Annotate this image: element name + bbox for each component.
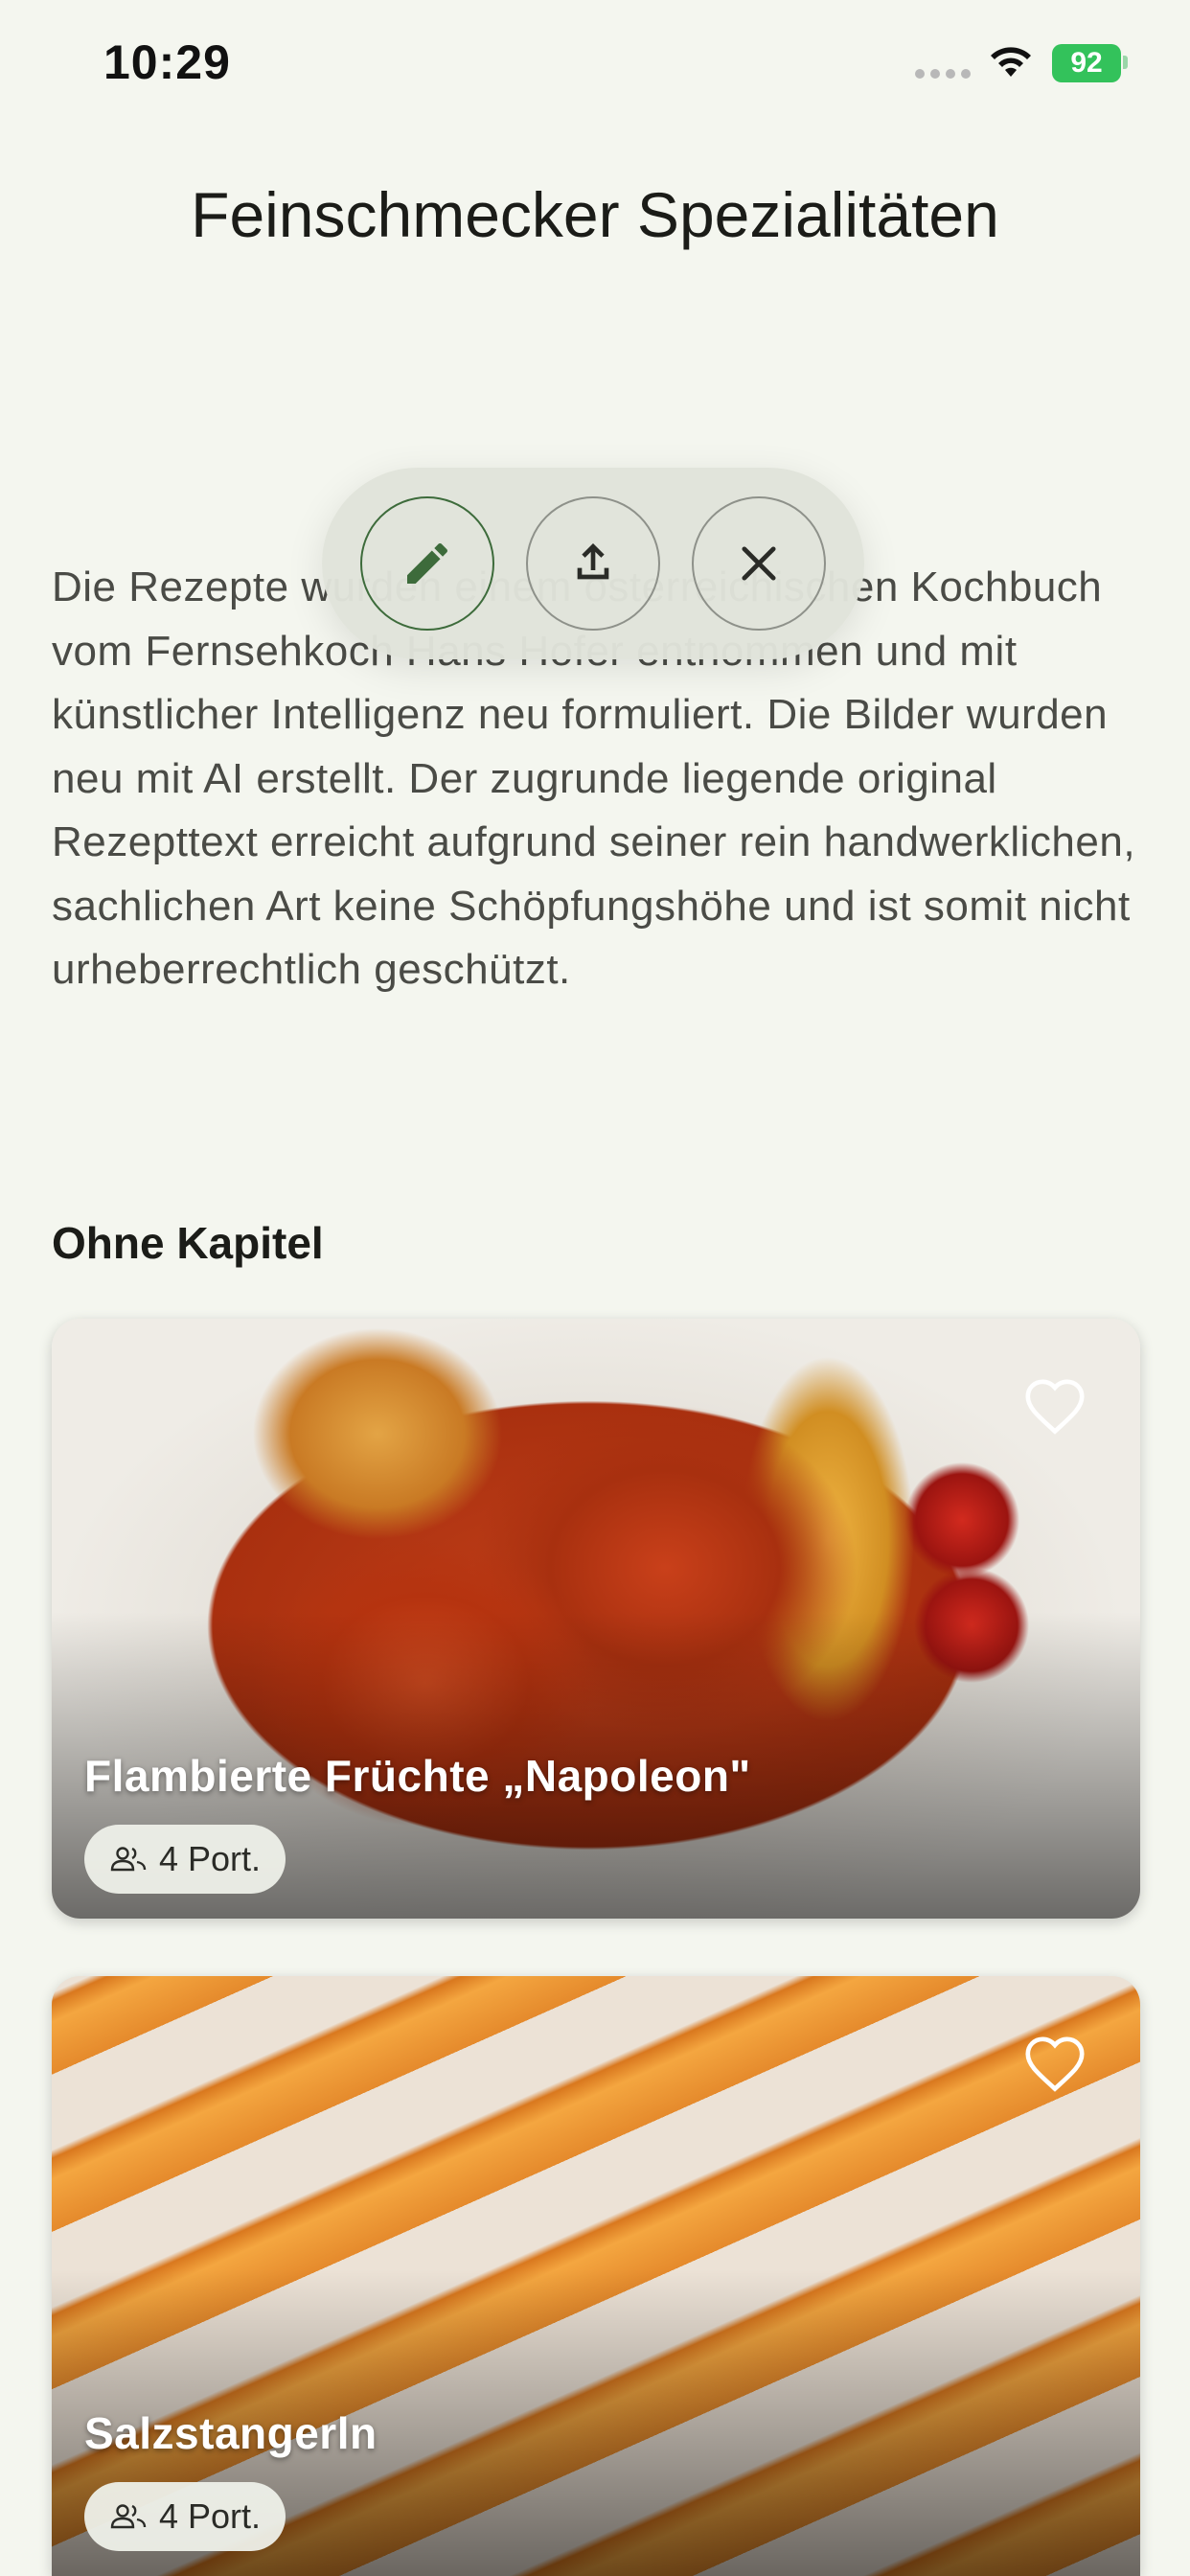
share-upload-icon — [577, 543, 609, 580]
edit-button[interactable] — [360, 496, 494, 631]
battery-icon: 92 — [1052, 44, 1121, 82]
recipe-title: Salzstangerln — [84, 2408, 378, 2458]
cellular-signal-icon — [915, 69, 971, 79]
action-toolbar — [322, 468, 864, 659]
recipe-card[interactable]: Salzstangerln 4 Port. — [52, 1976, 1140, 2576]
heart-outline-icon[interactable] — [1021, 2032, 1088, 2093]
status-time: 10:29 — [103, 35, 231, 89]
pencil-icon — [407, 542, 448, 584]
heart-outline-icon[interactable] — [1021, 1374, 1088, 1436]
portions-badge: 4 Port. — [84, 1825, 286, 1894]
share-button[interactable] — [526, 496, 660, 631]
close-icon — [742, 546, 776, 581]
people-icon — [110, 1847, 147, 1872]
wifi-icon — [991, 47, 1031, 77]
page-title: Feinschmecker Spezialitäten — [191, 179, 999, 250]
status-bar: 10:29 92 — [0, 0, 1190, 125]
battery-tip — [1123, 56, 1128, 69]
people-icon — [110, 2504, 147, 2529]
portions-badge: 4 Port. — [84, 2482, 286, 2551]
recipe-title: Flambierte Früchte „Napoleon" — [84, 1751, 751, 1801]
portions-label: 4 Port. — [159, 2496, 262, 2536]
portions-label: 4 Port. — [159, 1839, 262, 1878]
section-heading: Ohne Kapitel — [52, 1218, 324, 1268]
close-button[interactable] — [692, 496, 826, 631]
battery-level: 92 — [1070, 47, 1103, 79]
recipe-card[interactable]: Flambierte Früchte „Napoleon" 4 Port. — [52, 1319, 1140, 1919]
